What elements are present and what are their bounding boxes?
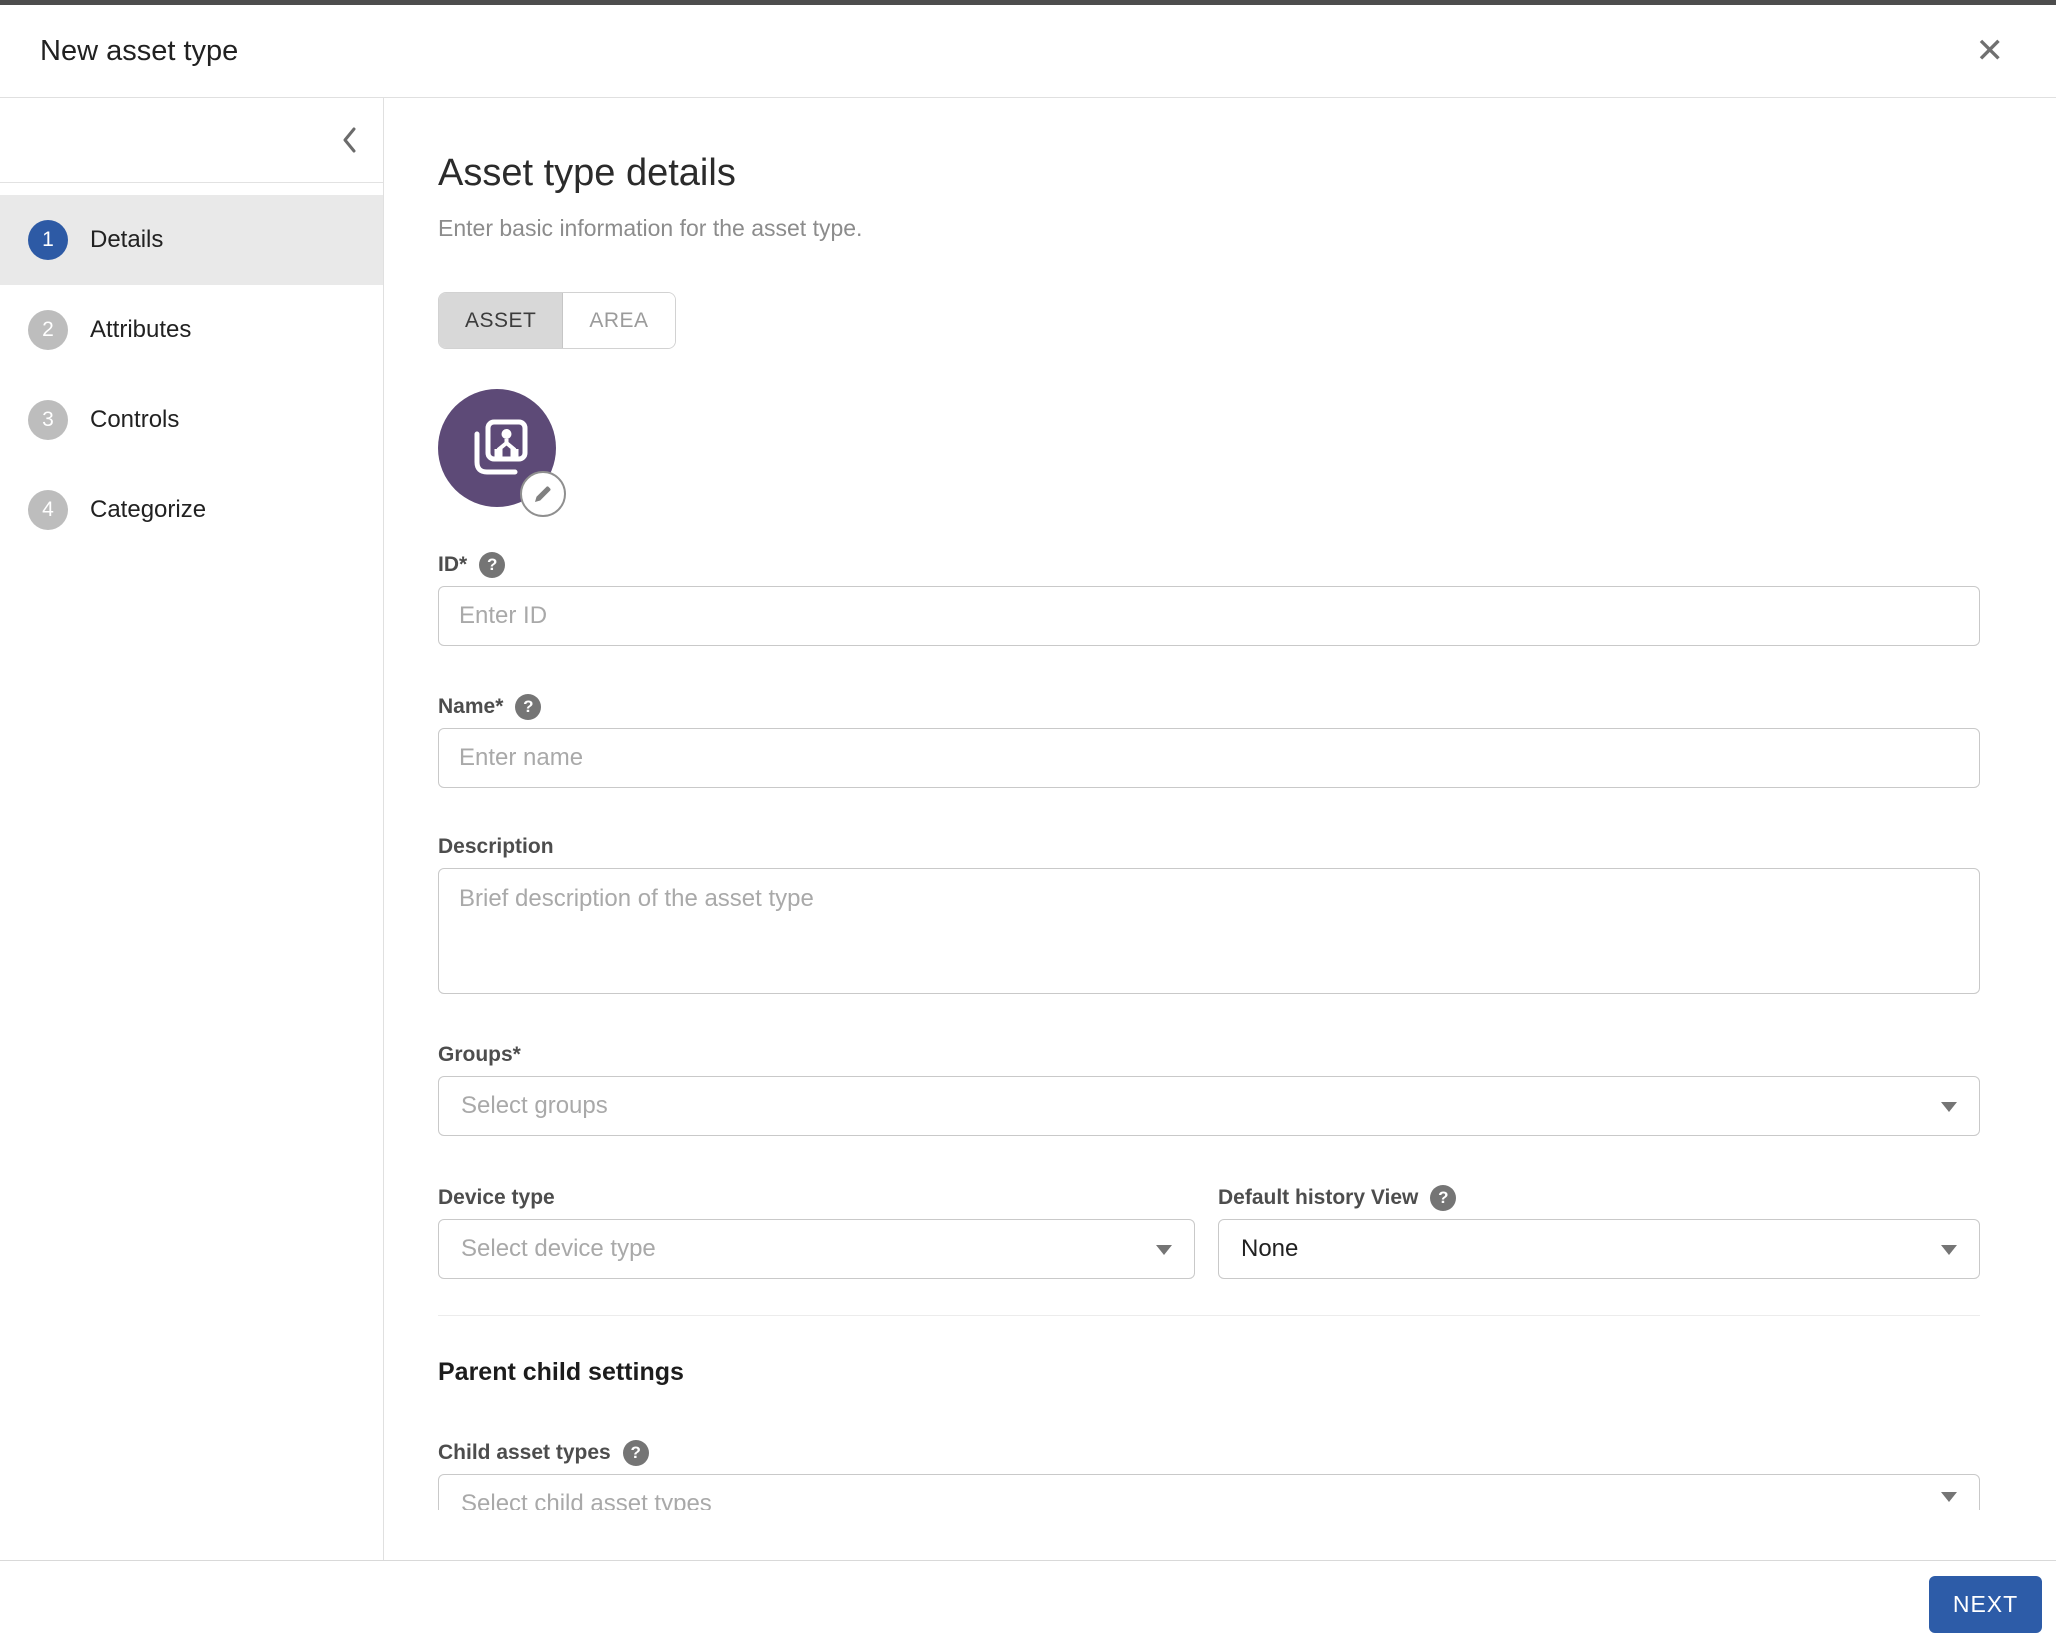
step-item-categorize[interactable]: 4 Categorize [0,465,383,555]
name-field-group: Name* ? [438,694,1980,788]
name-input[interactable] [438,728,1980,788]
asset-type-avatar [438,389,558,507]
chevron-down-icon [1156,1245,1172,1255]
step-number-badge: 4 [28,490,68,530]
modal-title: New asset type [40,35,238,68]
id-input[interactable] [438,586,1980,646]
chevron-down-icon [1941,1492,1957,1502]
child-asset-types-field-group: Child asset types ? Select child asset t… [438,1440,1980,1510]
new-asset-type-modal: New asset type ✕ 1 Details 2 Attributes [0,0,2056,1648]
next-button[interactable]: NEXT [1929,1576,2042,1633]
child-asset-types-select-placeholder: Select child asset types [461,1490,712,1510]
chevron-down-icon [1941,1245,1957,1255]
help-icon[interactable]: ? [479,552,505,578]
step-item-details[interactable]: 1 Details [0,195,383,285]
step-number-badge: 2 [28,310,68,350]
sidebar-top-bar [0,98,383,183]
description-field-group: Description [438,834,1980,999]
page-subtitle: Enter basic information for the asset ty… [438,214,1980,243]
groups-label: Groups* [438,1042,521,1068]
description-textarea[interactable] [438,868,1980,994]
description-label: Description [438,834,554,860]
modal-header: New asset type ✕ [0,5,2056,98]
section-divider [438,1315,1980,1316]
step-label: Categorize [90,496,206,524]
child-asset-types-label: Child asset types [438,1440,611,1466]
modal-footer: NEXT [0,1560,2056,1648]
name-label: Name* [438,694,503,720]
step-label: Controls [90,406,179,434]
id-field-group: ID* ? [438,552,1980,646]
groups-select[interactable]: Select groups [438,1076,1980,1136]
child-asset-types-select[interactable]: Select child asset types [438,1474,1980,1510]
device-history-row: Device type Select device type Default h… [438,1185,1980,1279]
step-number-badge: 3 [28,400,68,440]
device-type-label: Device type [438,1185,555,1211]
chevron-down-icon [1941,1102,1957,1112]
groups-select-placeholder: Select groups [461,1092,608,1120]
device-type-field-group: Device type Select device type [438,1185,1195,1279]
step-list: 1 Details 2 Attributes 3 Controls 4 Cate… [0,195,383,555]
step-label: Details [90,226,163,254]
default-history-view-field-group: Default history View ? None [1218,1185,1980,1279]
help-icon[interactable]: ? [623,1440,649,1466]
pencil-icon [532,483,554,505]
asset-hierarchy-icon [461,412,533,484]
id-label: ID* [438,552,467,578]
toggle-option-asset[interactable]: ASSET [439,293,563,348]
asset-area-toggle: ASSET AREA [438,292,676,349]
step-item-attributes[interactable]: 2 Attributes [0,285,383,375]
parent-child-settings-heading: Parent child settings [438,1358,1980,1387]
stepper-sidebar: 1 Details 2 Attributes 3 Controls 4 Cate… [0,98,384,1560]
content-scroll-area[interactable]: Asset type details Enter basic informati… [384,98,2056,1510]
default-history-view-label: Default history View [1218,1185,1418,1211]
step-number-badge: 1 [28,220,68,260]
edit-icon-button[interactable] [520,471,566,517]
device-type-select[interactable]: Select device type [438,1219,1195,1279]
device-type-select-placeholder: Select device type [461,1235,656,1263]
collapse-sidebar-icon[interactable] [341,126,357,154]
default-history-view-select[interactable]: None [1218,1219,1980,1279]
help-icon[interactable]: ? [1430,1185,1456,1211]
close-icon[interactable]: ✕ [1976,34,2005,68]
page-title: Asset type details [438,150,1980,198]
content-pane: Asset type details Enter basic informati… [384,98,2056,1560]
default-history-view-value: None [1241,1235,1298,1263]
step-item-controls[interactable]: 3 Controls [0,375,383,465]
groups-field-group: Groups* Select groups [438,1042,1980,1136]
step-label: Attributes [90,316,191,344]
help-icon[interactable]: ? [515,694,541,720]
modal-body: 1 Details 2 Attributes 3 Controls 4 Cate… [0,98,2056,1560]
toggle-option-area[interactable]: AREA [563,293,674,348]
